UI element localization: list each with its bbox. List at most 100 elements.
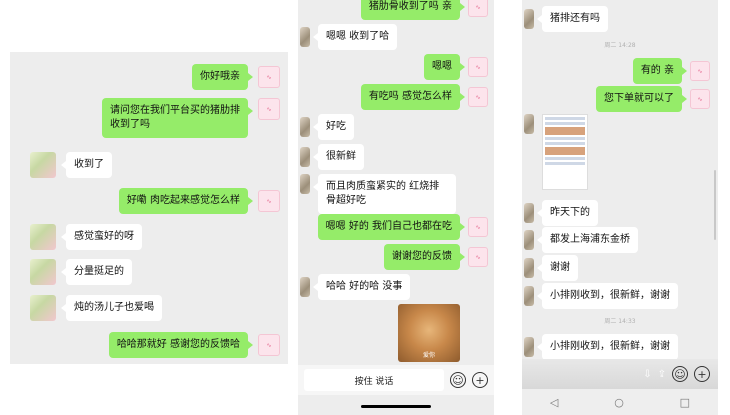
- my-avatar[interactable]: ∿: [258, 190, 280, 212]
- sticker-caption: 爱你: [422, 352, 435, 359]
- chat-panel-2: 猪肋骨收到了吗 亲 ∿ 嗯嗯 收到了哈 嗯嗯 ∿ 有吃吗 感觉怎么样 ∿ 好吃 …: [298, 0, 494, 415]
- contact-avatar[interactable]: [524, 230, 534, 250]
- message-bubble[interactable]: 有的 亲: [632, 58, 688, 84]
- message-bubble[interactable]: 请问您在我们平台买的猪肋排收到了吗: [102, 98, 253, 138]
- message-bubble[interactable]: 谢谢您的反馈: [384, 244, 465, 270]
- my-avatar[interactable]: ∿: [468, 217, 488, 237]
- message-bubble[interactable]: 小排刚收到，很新鲜，谢谢: [537, 283, 678, 309]
- cat-sticker[interactable]: 爱你: [398, 304, 460, 362]
- message-bubble[interactable]: 感觉蛮好的呀: [61, 224, 142, 250]
- message-row: 请问您在我们平台买的猪肋排收到了吗 ∿: [102, 98, 280, 138]
- message-bubble[interactable]: 好吃: [313, 114, 354, 140]
- message-bubble[interactable]: 昨天下的: [537, 200, 598, 226]
- my-avatar[interactable]: ∿: [468, 87, 488, 107]
- message-bubble[interactable]: 嗯嗯 好的 我们自己也都在吃: [317, 214, 466, 240]
- contact-avatar[interactable]: [524, 114, 534, 134]
- my-avatar[interactable]: ∿: [258, 98, 280, 120]
- plus-icon[interactable]: +: [472, 372, 488, 388]
- message-bubble[interactable]: 哈哈 好的哈 没事: [312, 274, 411, 300]
- emoji-icon[interactable]: ☺: [672, 366, 688, 382]
- message-row: 猪肋骨收到了吗 亲 ∿: [360, 0, 488, 20]
- emoji-icon[interactable]: ☺: [450, 372, 466, 388]
- recents-icon[interactable]: □: [680, 396, 690, 409]
- contact-avatar[interactable]: [300, 174, 310, 194]
- my-avatar[interactable]: ∿: [468, 247, 488, 267]
- message-row: 您下单就可以了 ∿: [596, 86, 710, 112]
- timestamp: 周二 14:28: [604, 42, 636, 49]
- hold-to-talk-button[interactable]: 按住 说话: [304, 369, 444, 391]
- contact-avatar[interactable]: [30, 259, 56, 285]
- message-bubble[interactable]: 您下单就可以了: [596, 86, 687, 112]
- android-nav-bar: ◁ ○ □: [522, 389, 718, 415]
- chat-panel-3: 猪排还有吗 周二 14:28 有的 亲 ∿ 您下单就可以了 ∿ 昨天下的 都发上…: [522, 0, 718, 415]
- message-row: 猪排还有吗: [524, 6, 608, 32]
- message-row: 爱你: [398, 304, 460, 362]
- bottom-toolbar: ⇩ ⇪ ☺ +: [522, 359, 718, 389]
- message-row: 谢谢您的反馈 ∿: [384, 244, 488, 270]
- contact-avatar[interactable]: [300, 277, 310, 297]
- message-bubble[interactable]: 有吃吗 感觉怎么样: [360, 84, 466, 110]
- my-avatar[interactable]: ∿: [258, 66, 280, 88]
- share-icon[interactable]: ⇪: [658, 369, 666, 380]
- contact-avatar[interactable]: [30, 152, 56, 178]
- home-indicator: [361, 405, 431, 408]
- screenshot-image[interactable]: [542, 114, 588, 190]
- message-row: 小排刚收到，很新鲜，谢谢: [524, 283, 678, 309]
- message-row: 你好哦亲 ∿: [192, 64, 280, 90]
- message-row: 有的 亲 ∿: [632, 58, 710, 84]
- message-row: 昨天下的: [524, 200, 598, 226]
- message-bubble[interactable]: 小排刚收到，很新鲜，谢谢: [537, 334, 678, 360]
- contact-avatar[interactable]: [524, 203, 534, 223]
- message-bubble[interactable]: 都发上海浦东金桥: [537, 227, 638, 253]
- message-row: 好吃: [300, 114, 354, 140]
- my-avatar[interactable]: ∿: [258, 334, 280, 356]
- message-row: 嗯嗯 ∿: [424, 54, 488, 80]
- input-bar: 按住 说话 ☺ +: [298, 365, 494, 395]
- message-row: 分量挺足的: [30, 259, 132, 285]
- message-row: 好嘞 肉吃起来感觉怎么样 ∿: [118, 188, 280, 214]
- message-bubble[interactable]: 猪肋骨收到了吗 亲: [360, 0, 466, 20]
- message-row: 很新鲜: [300, 144, 364, 170]
- message-bubble[interactable]: 你好哦亲: [192, 64, 253, 90]
- my-avatar[interactable]: ∿: [468, 57, 488, 77]
- message-row: 哈哈那就好 感谢您的反馈哈 ∿: [108, 332, 280, 358]
- message-bubble[interactable]: 而且肉质蛮紧实的 红烧排骨超好吃: [313, 174, 456, 214]
- message-bubble[interactable]: 分量挺足的: [61, 259, 132, 285]
- message-bubble[interactable]: 嗯嗯 收到了哈: [312, 24, 398, 50]
- message-bubble[interactable]: 好嘞 肉吃起来感觉怎么样: [118, 188, 254, 214]
- message-bubble[interactable]: 谢谢: [537, 255, 578, 281]
- contact-avatar[interactable]: [300, 147, 310, 167]
- home-icon[interactable]: ○: [614, 396, 624, 409]
- message-bubble[interactable]: 嗯嗯: [424, 54, 465, 80]
- message-bubble[interactable]: 哈哈那就好 感谢您的反馈哈: [108, 332, 254, 358]
- message-bubble[interactable]: 很新鲜: [313, 144, 364, 170]
- message-bubble[interactable]: 炖的汤儿子也爱喝: [61, 295, 162, 321]
- message-row: 谢谢: [524, 255, 578, 281]
- contact-avatar[interactable]: [300, 117, 310, 137]
- back-icon[interactable]: ◁: [550, 396, 558, 409]
- message-bubble[interactable]: 猪排还有吗: [537, 6, 608, 32]
- contact-avatar[interactable]: [300, 27, 310, 47]
- chat-panel-1: 你好哦亲 ∿ 请问您在我们平台买的猪肋排收到了吗 ∿ 收到了 好嘞 肉吃起来感觉…: [10, 52, 288, 364]
- contact-avatar[interactable]: [524, 286, 534, 306]
- message-row: 哈哈 好的哈 没事: [300, 274, 411, 300]
- contact-avatar[interactable]: [524, 337, 534, 357]
- message-row: 炖的汤儿子也爱喝: [30, 295, 162, 321]
- contact-avatar[interactable]: [30, 224, 56, 250]
- message-row: 都发上海浦东金桥: [524, 227, 638, 253]
- scrollbar[interactable]: [714, 170, 716, 240]
- plus-icon[interactable]: +: [694, 366, 710, 382]
- my-avatar[interactable]: ∿: [468, 0, 488, 17]
- message-row: 小排刚收到，很新鲜，谢谢: [524, 334, 678, 360]
- my-avatar[interactable]: ∿: [690, 61, 710, 81]
- contact-avatar[interactable]: [524, 9, 534, 29]
- contact-avatar[interactable]: [524, 258, 534, 278]
- message-row: 而且肉质蛮紧实的 红烧排骨超好吃: [300, 174, 456, 214]
- message-row: 收到了: [30, 152, 112, 178]
- message-row: 嗯嗯 好的 我们自己也都在吃 ∿: [317, 214, 488, 240]
- download-icon[interactable]: ⇩: [643, 369, 651, 380]
- message-row: 嗯嗯 收到了哈: [300, 24, 398, 50]
- message-bubble[interactable]: 收到了: [61, 152, 112, 178]
- my-avatar[interactable]: ∿: [690, 89, 710, 109]
- contact-avatar[interactable]: [30, 295, 56, 321]
